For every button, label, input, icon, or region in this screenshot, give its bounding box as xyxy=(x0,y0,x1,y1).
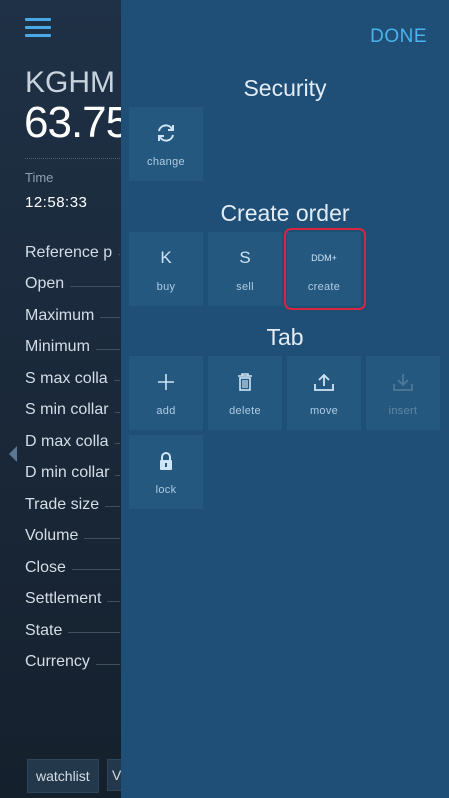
insert-tab-button[interactable]: insert xyxy=(366,356,440,430)
collapse-arrow-icon[interactable] xyxy=(9,446,17,462)
quote-row: Minimum xyxy=(25,332,120,364)
quote-row-label: Settlement xyxy=(25,590,102,608)
quote-row-label: S max colla xyxy=(25,369,108,387)
buy-icon: K xyxy=(160,248,172,267)
tile-label: insert xyxy=(388,405,418,417)
add-tab-button[interactable]: add xyxy=(129,356,203,430)
download-icon xyxy=(366,370,440,394)
section-title-create-order: Create order xyxy=(220,200,350,226)
tile-label: lock xyxy=(155,484,177,496)
quote-row-label: Close xyxy=(25,558,66,576)
quote-row: Maximum xyxy=(25,300,120,332)
quote-row-label: Trade size xyxy=(25,495,100,513)
tile-label: change xyxy=(147,156,185,168)
time-label: Time xyxy=(25,170,54,185)
refresh-icon xyxy=(129,121,203,145)
tile-label: sell xyxy=(236,281,254,293)
upload-icon xyxy=(287,370,361,394)
trash-icon xyxy=(208,370,282,394)
quote-row-label: Open xyxy=(25,275,65,293)
change-security-button[interactable]: change xyxy=(129,107,203,181)
section-title-security: Security xyxy=(243,75,327,101)
quote-row: S min collar xyxy=(25,395,120,427)
quote-row: Reference p xyxy=(25,237,120,269)
quote-rows: Reference p Open Maximum Minimum S max c… xyxy=(25,237,120,678)
delete-tab-button[interactable]: delete xyxy=(208,356,282,430)
done-button[interactable]: DONE xyxy=(370,26,427,48)
quote-row: State xyxy=(25,615,120,647)
quote-row-label: Currency xyxy=(25,653,90,671)
instrument-symbol: KGHM xyxy=(25,66,115,99)
buy-button[interactable]: K buy xyxy=(129,232,203,306)
quote-row: S max colla xyxy=(25,363,120,395)
tab-next[interactable]: V xyxy=(107,759,121,791)
tab-watchlist[interactable]: watchlist xyxy=(27,759,99,793)
quote-row-label: D max colla xyxy=(25,432,109,450)
instrument-price: 63.75 xyxy=(24,98,130,147)
tile-label: add xyxy=(156,405,176,417)
quote-row: Volume xyxy=(25,521,120,553)
sell-icon: S xyxy=(239,248,251,267)
quote-row-label: State xyxy=(25,621,63,639)
move-tab-button[interactable]: move xyxy=(287,356,361,430)
quote-row-label: Minimum xyxy=(25,338,90,356)
sell-button[interactable]: S sell xyxy=(208,232,282,306)
quote-row: Currency xyxy=(25,647,120,679)
hamburger-menu-icon[interactable] xyxy=(25,18,51,38)
divider xyxy=(25,158,120,159)
actions-menu-panel: DONE Security change Create order K buy … xyxy=(121,0,449,798)
lock-tab-button[interactable]: lock xyxy=(129,435,203,509)
time-value: 12:58:33 xyxy=(25,194,88,211)
quote-row-label: S min collar xyxy=(25,401,109,419)
quote-row: Close xyxy=(25,552,120,584)
lock-icon xyxy=(129,449,203,473)
tile-label: buy xyxy=(156,281,176,293)
section-title-tab: Tab xyxy=(266,324,304,350)
quote-row: D max colla xyxy=(25,426,120,458)
quote-row: Settlement xyxy=(25,584,120,616)
tile-label: delete xyxy=(229,405,261,417)
plus-icon xyxy=(129,370,203,394)
quote-row-label: Volume xyxy=(25,527,79,545)
quote-row: Trade size xyxy=(25,489,120,521)
highlight-box xyxy=(284,228,366,310)
quote-row: D min collar xyxy=(25,458,120,490)
tile-label: move xyxy=(309,405,339,417)
quote-row: Open xyxy=(25,269,120,301)
quote-row-label: Maximum xyxy=(25,306,95,324)
quote-row-label: Reference p xyxy=(25,243,113,261)
quote-row-label: D min collar xyxy=(25,464,110,482)
